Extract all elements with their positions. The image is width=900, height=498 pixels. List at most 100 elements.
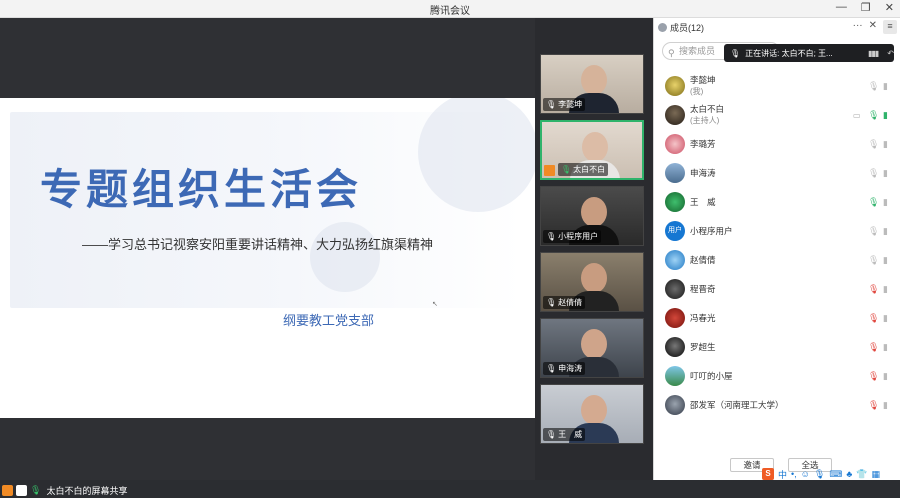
mic-active-icon[interactable]: 🎙 [868, 110, 879, 121]
camera-icon[interactable]: ▮ [883, 400, 888, 411]
voice-input-icon[interactable]: 🎙 [814, 469, 825, 480]
camera-icon[interactable]: ▮ [883, 197, 888, 208]
mic-icon: 🎙 [546, 100, 557, 109]
member-item[interactable]: 冯春光 🎙 ▮ [654, 304, 900, 332]
minimize-button[interactable]: — [836, 1, 847, 14]
speaking-indicator: 🎙 正在讲话: 太白不白; 王... ▮▮▮ ↶ [724, 44, 894, 62]
video-tile[interactable]: 🎙 李懿坤 [540, 54, 644, 114]
screen-share-icon: ▭ [853, 110, 861, 120]
close-button[interactable]: ✕ [885, 1, 894, 14]
member-item[interactable]: 程晋奇 🎙 ▮ [654, 275, 900, 303]
avatar [665, 76, 685, 96]
member-name: 叮叮的小屋 [690, 370, 733, 381]
video-tile-label: 🎙 王 威 [543, 428, 586, 441]
shirt-icon[interactable]: 👕 [856, 469, 867, 480]
avatar [665, 395, 685, 415]
back-arrow-icon[interactable]: ↶ [887, 49, 894, 58]
share-status-text: 太白不白的屏幕共享 [46, 485, 128, 496]
mic-off-icon[interactable]: 🎙 [868, 139, 879, 150]
window-title: 腾讯会议 [430, 6, 470, 17]
mic-off-icon[interactable]: 🎙 [868, 255, 879, 266]
avatar [665, 134, 685, 154]
panel-menu-button[interactable]: ≡ [883, 20, 897, 34]
title-bar: 腾讯会议 — ❐ ✕ [0, 0, 900, 18]
host-badge-icon [544, 165, 555, 176]
members-panel: 成员(12) ··· ✕ ≡ ⚲ 搜索成员 🎙 正在讲话: 太白不白; 王...… [653, 18, 900, 480]
member-item[interactable]: 李懿坤 (我) 🎙 ▮ [654, 72, 900, 100]
member-item[interactable]: 李璐芳 🎙 ▮ [654, 130, 900, 158]
member-name: 程晋奇 [690, 283, 716, 294]
video-tile[interactable]: 🎙 赵倩倩 [540, 252, 644, 312]
camera-icon[interactable]: ▮ [883, 226, 888, 237]
mic-muted-icon[interactable]: 🎙 [868, 342, 879, 353]
search-icon: ⚲ [668, 48, 675, 58]
sogou-ime-icon[interactable]: S [762, 468, 774, 480]
member-item[interactable]: 赵倩倩 🎙 ▮ [654, 246, 900, 274]
camera-icon[interactable]: ▮ [883, 313, 888, 324]
member-item[interactable]: 用户 小程序用户 🎙 ▮ [654, 217, 900, 245]
member-item[interactable]: 叮叮的小屋 🎙 ▮ [654, 362, 900, 390]
shared-screen-area: 专题组织生活会 ——学习总书记视察安阳重要讲话精神、大力弘扬红旗渠精神 纲要教工… [0, 18, 535, 496]
slide-subtitle: ——学习总书记视察安阳重要讲话精神、大力弘扬红旗渠精神 [82, 237, 434, 252]
camera-icon[interactable]: ▮ [883, 255, 888, 266]
member-item[interactable]: 邵发军（河南理工大学） 🎙 ▮ [654, 391, 900, 419]
members-panel-header: 成员(12) ··· ✕ ≡ [654, 18, 900, 36]
mic-muted-icon[interactable]: 🎙 [868, 371, 879, 382]
close-panel-button[interactable]: ✕ [869, 20, 877, 34]
camera-on-icon[interactable]: ▮ [883, 110, 888, 121]
member-name: 邵发军（河南理工大学） [690, 399, 784, 410]
decor-circle [310, 222, 380, 292]
skin-icon[interactable]: ♣ [846, 469, 852, 479]
user-icon [658, 22, 667, 32]
mic-off-icon[interactable]: 🎙 [868, 168, 879, 179]
member-name: 冯春光 [690, 312, 716, 323]
video-tile-label: 🎙 赵倩倩 [543, 296, 586, 309]
video-tile-speaking[interactable]: 🎙 太白不白 [540, 120, 644, 180]
mic-muted-icon[interactable]: 🎙 [868, 284, 879, 295]
member-item[interactable]: 王 威 🎙 ▮ [654, 188, 900, 216]
host-badge-icon [2, 484, 13, 496]
mic-off-icon[interactable]: 🎙 [868, 226, 879, 237]
video-tile-label: 🎙 小程序用户 [543, 230, 602, 243]
member-item[interactable]: 太白不白 (主持人) ▭ 🎙 ▮ [654, 101, 900, 129]
avatar [665, 337, 685, 357]
camera-icon[interactable]: ▮ [883, 81, 888, 92]
camera-icon[interactable]: ▮ [883, 168, 888, 179]
mic-icon: 🎙 [546, 232, 557, 241]
member-name: 太白不白 (主持人) [690, 104, 725, 125]
video-tile[interactable]: 🎙 申海涛 [540, 318, 644, 378]
member-item[interactable]: 申海涛 🎙 ▮ [654, 159, 900, 187]
camera-icon[interactable]: ▮ [883, 371, 888, 382]
avatar [665, 308, 685, 328]
camera-icon[interactable]: ▮ [883, 284, 888, 295]
maximize-button[interactable]: ❐ [861, 1, 871, 14]
video-tile[interactable]: 🎙 王 威 [540, 384, 644, 444]
mic-icon: 🎙 [546, 430, 557, 439]
ime-chinese-icon[interactable]: 中 [778, 468, 787, 481]
mic-on-icon: 🎙 [30, 484, 42, 495]
more-options-button[interactable]: ··· [853, 20, 863, 34]
avatar [665, 192, 685, 212]
mic-active-icon[interactable]: 🎙 [868, 197, 879, 208]
mic-muted-icon[interactable]: 🎙 [868, 400, 879, 411]
decor-circle [418, 98, 535, 212]
emoji-icon[interactable]: ☺ [801, 469, 810, 479]
system-tray: S 中 •, ☺ 🎙 ⌨ ♣ 👕 ▦ [762, 468, 880, 480]
member-name: 小程序用户 [690, 225, 733, 236]
member-name: 申海涛 [690, 167, 716, 178]
member-item[interactable]: 罗超生 🎙 ▮ [654, 333, 900, 361]
punctuation-icon[interactable]: •, [791, 469, 797, 479]
mic-icon: 🎙 [546, 298, 557, 307]
keyboard-icon[interactable]: ⌨ [829, 469, 842, 480]
camera-icon[interactable]: ▮ [883, 342, 888, 353]
speaking-text: 正在讲话: 太白不白; 王... [745, 48, 833, 58]
grid-icon[interactable]: ▦ [871, 469, 880, 480]
slide-organization: 纲要教工党支部 [283, 313, 375, 328]
camera-icon[interactable]: ▮ [883, 139, 888, 150]
avatar [665, 250, 685, 270]
video-tile[interactable]: 🎙 小程序用户 [540, 186, 644, 246]
mic-muted-icon[interactable]: 🎙 [868, 313, 879, 324]
mic-off-icon[interactable]: 🎙 [868, 81, 879, 92]
screen-share-bar[interactable]: 🎙 太白不白的屏幕共享 [0, 482, 127, 498]
avatar: 用户 [665, 221, 685, 241]
